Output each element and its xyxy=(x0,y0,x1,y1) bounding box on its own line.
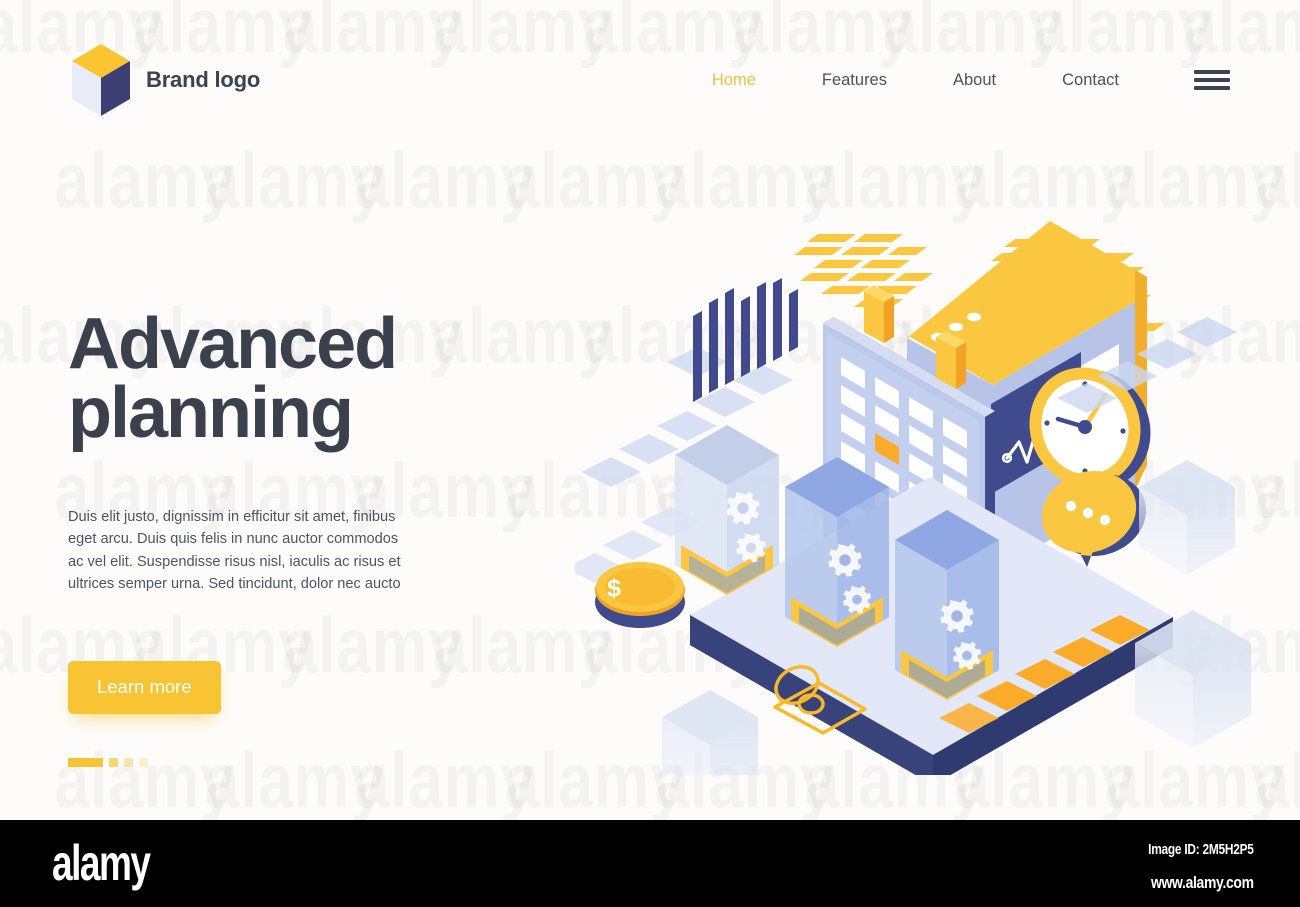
hero-paragraph: Duis elit justo, dignissim in efficitur … xyxy=(68,509,401,592)
footer-image-id: Image ID: 2M5H2P5 xyxy=(1148,842,1254,858)
landing-page: alamyalamyalamyalamyalamyalamyalamyalamy… xyxy=(0,0,1300,907)
pagination-dot-4[interactable] xyxy=(139,757,148,767)
hero-section: alamyalamyalamyalamyalamyalamyalamyalamy… xyxy=(0,0,1300,820)
nav-item-about[interactable]: About xyxy=(920,63,1029,98)
brand-name: Brand logo xyxy=(146,67,261,92)
nav-item-features[interactable]: Features xyxy=(789,63,920,98)
site-header: Brand logo Home Features About Contact xyxy=(0,0,1300,160)
hamburger-bar-2 xyxy=(1194,78,1230,82)
brand[interactable]: Brand logo xyxy=(72,44,260,116)
brick-dashes-left xyxy=(794,234,933,307)
hero-copy: Advanced planning Duis elit justo, digni… xyxy=(68,304,488,767)
hamburger-bar-3 xyxy=(1194,86,1230,90)
nav-item-contact[interactable]: Contact xyxy=(1029,63,1152,98)
nav-link-features[interactable]: Features xyxy=(822,63,887,98)
isometric-cube-logo-icon xyxy=(72,44,130,116)
floating-cubes-left xyxy=(662,690,758,775)
footer-meta: Image ID: 2M5H2P5 www.alamy.com xyxy=(1125,842,1254,893)
footer-website: www.alamy.com xyxy=(1151,873,1254,892)
pagination-dot-2[interactable] xyxy=(109,757,118,767)
hamburger-menu-icon[interactable] xyxy=(1194,67,1230,93)
alamy-logo: alamy xyxy=(52,835,151,891)
pagination-dot-3[interactable] xyxy=(124,757,133,767)
hero-illustration: $ xyxy=(575,215,1275,775)
hamburger-bar-1 xyxy=(1194,70,1230,74)
dollar-coin-icon: $ xyxy=(595,562,685,628)
nav-link-about[interactable]: About xyxy=(953,63,996,98)
floating-cubes-right xyxy=(1135,460,1251,748)
carousel-pagination[interactable] xyxy=(68,757,488,767)
nav-link-contact[interactable]: Contact xyxy=(1062,63,1119,98)
isometric-planning-scene-icon: $ xyxy=(575,221,1251,775)
main-navigation: Home Features About Contact xyxy=(679,63,1230,98)
svg-text:$: $ xyxy=(607,574,621,603)
nav-item-home[interactable]: Home xyxy=(679,63,789,98)
pagination-dot-active[interactable] xyxy=(68,757,103,767)
nav-link-home[interactable]: Home xyxy=(712,63,756,98)
page-title: Advanced planning xyxy=(68,304,398,454)
learn-more-button[interactable]: Learn more xyxy=(68,660,221,714)
alamy-footer-bar: alamy Image ID: 2M5H2P5 www.alamy.com xyxy=(0,820,1300,907)
